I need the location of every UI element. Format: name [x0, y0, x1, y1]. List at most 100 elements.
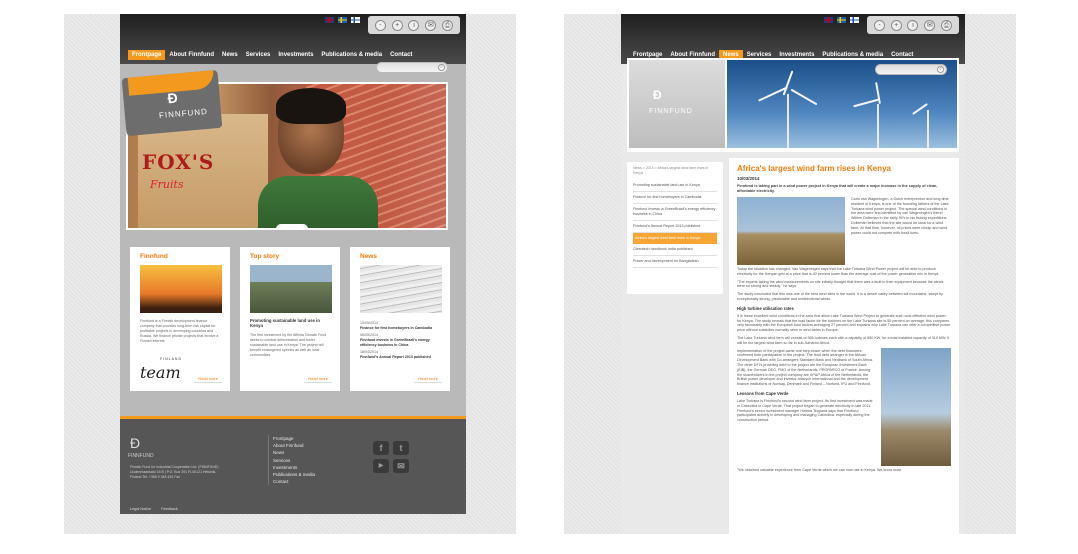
news-article: Africa's largest wind farm rises in Keny…	[729, 158, 959, 534]
youtube-icon[interactable]: ▶	[373, 459, 389, 473]
en-flag-icon[interactable]	[325, 17, 334, 23]
article-paragraph: Today the situation has changed. Van Wag…	[737, 267, 940, 276]
slide-dot[interactable]	[299, 227, 303, 228]
language-flags	[325, 17, 360, 23]
hero-person-shirt	[258, 176, 378, 228]
fi-flag-icon[interactable]	[850, 17, 859, 23]
legal-notice-link[interactable]: Legal Notice	[130, 507, 151, 511]
article-paragraph: "The experts taking the wind measurement…	[737, 279, 944, 289]
slide-dot[interactable]	[281, 227, 285, 228]
en-flag-icon[interactable]	[824, 17, 833, 23]
print-icon[interactable]: ⎙	[941, 19, 953, 31]
main-nav: Frontpage About Finnfund News Services I…	[128, 50, 416, 60]
toolbar: - + i ✉ ⎙	[867, 16, 959, 34]
footer-link[interactable]: Investments	[273, 464, 315, 471]
wind-turbine-sunset-image	[140, 265, 222, 313]
team-finland-logo: team	[140, 363, 181, 382]
sv-flag-icon[interactable]	[837, 17, 846, 23]
search-input[interactable]: ⌕	[875, 64, 947, 75]
hero-person-hair	[276, 88, 346, 124]
article-lead: Finnfund is taking part in a wind power …	[737, 184, 938, 193]
logo-wordmark: FINNFUND	[649, 108, 693, 115]
turbine-blade	[790, 88, 818, 106]
nav-services[interactable]: Services	[242, 50, 275, 60]
news-title[interactable]: Finnfund's Annual Report 2013 published	[360, 355, 440, 360]
footer-logo-word: FINNFUND	[128, 453, 154, 459]
feedback-link[interactable]: Feedback	[161, 507, 178, 511]
slideshow-dots	[276, 224, 308, 228]
top-story-image	[250, 265, 332, 313]
site-header: - + i ✉ ⎙ Frontpage About Finnfund News …	[621, 14, 965, 64]
nav-investments[interactable]: Investments	[274, 50, 317, 60]
info-icon[interactable]: i	[408, 19, 420, 31]
zoom-in-icon[interactable]: +	[890, 19, 902, 31]
logo-mark-icon: Ð	[653, 88, 662, 102]
twitter-icon[interactable]: t	[393, 441, 409, 455]
footer-link[interactable]: Services	[273, 457, 315, 464]
sidebar-item[interactable]: Power and development for Bangladesh	[633, 256, 717, 268]
sidebar-item[interactable]: Promoting sustainable land use in Kenya	[633, 180, 717, 192]
read-more-link[interactable]: Read more	[194, 376, 222, 383]
turbine-blade	[853, 98, 879, 108]
nav-frontpage[interactable]: Frontpage	[128, 50, 166, 60]
email-icon[interactable]: ✉	[924, 19, 936, 31]
breadcrumb[interactable]: News > 2014 > Africa's largest wind farm…	[633, 166, 717, 176]
info-icon[interactable]: i	[907, 19, 919, 31]
footer-link[interactable]: Contact	[273, 478, 315, 485]
facebook-icon[interactable]: f	[373, 441, 389, 455]
news-sidebar: News > 2014 > Africa's largest wind farm…	[627, 162, 723, 294]
finnfund-logo[interactable]: Ð FINNFUND	[121, 69, 223, 137]
zoom-in-icon[interactable]: +	[391, 19, 403, 31]
sv-flag-icon[interactable]	[338, 17, 347, 23]
sidebar-item[interactable]: Cleantech handbook India published	[633, 244, 717, 256]
zoom-out-icon[interactable]: -	[374, 19, 386, 31]
article-title: Africa's largest wind farm rises in Keny…	[737, 164, 891, 173]
footer-link[interactable]: Frontpage	[273, 435, 315, 442]
search-icon[interactable]: ⌕	[438, 64, 445, 71]
newspapers-image	[360, 265, 442, 313]
email-icon[interactable]: ✉	[393, 459, 409, 473]
measurement-mast-image	[881, 347, 951, 466]
footer-link[interactable]: Publications & media	[273, 471, 315, 478]
email-icon[interactable]: ✉	[425, 19, 437, 31]
sidebar-item[interactable]: Finnfund's Annual Report 2013 published	[633, 221, 717, 233]
team-logo-sub: FINLAND	[160, 357, 182, 361]
news-title[interactable]: Finnfund invests in GreenBrazil's energy…	[360, 338, 440, 348]
turbine-blade	[782, 70, 794, 96]
turbine-tower	[787, 94, 789, 148]
article-date: 10/03/2014	[737, 176, 760, 181]
nav-publications[interactable]: Publications & media	[317, 50, 386, 60]
search-input[interactable]: ⌕	[376, 62, 448, 73]
search-icon[interactable]: ⌕	[937, 66, 944, 73]
nav-contact[interactable]: Contact	[386, 50, 416, 60]
screenshot-canvas: - + i ✉ ⎙ Frontpage About Finnfund News …	[0, 0, 1078, 554]
fi-flag-icon[interactable]	[351, 17, 360, 23]
sidebar-item-active[interactable]: Africa's largest wind farm rises in Keny…	[633, 233, 717, 244]
finnfund-logo[interactable]: Ð FINNFUND	[629, 60, 725, 148]
print-icon[interactable]: ⎙	[442, 19, 454, 31]
footer-link[interactable]: About Finnfund	[273, 442, 315, 449]
turbine-blade	[912, 103, 928, 115]
news-title[interactable]: Finance for first homebuyers in Cambodia	[360, 326, 440, 331]
slide-dot[interactable]	[290, 227, 294, 228]
nav-about[interactable]: About Finnfund	[165, 50, 218, 60]
footer-link[interactable]: News	[273, 449, 315, 456]
top-story-headline[interactable]: Promoting sustainable land use in Kenya	[250, 318, 330, 328]
news-item[interactable]: 10/05/2014 Finance for first homebuyers …	[360, 321, 440, 360]
zoom-out-icon[interactable]: -	[873, 19, 885, 31]
finnfund-card: Finnfund Finnfund is a Finnish developme…	[130, 247, 230, 391]
sidebar-item[interactable]: Finance for first homebuyers in Cambodia	[633, 192, 717, 204]
sidebar-item[interactable]: Finnfund invests in GreenBrazil's energy…	[633, 204, 717, 221]
card-title: News	[360, 253, 377, 260]
footer-links: Frontpage About Finnfund News Services I…	[268, 435, 315, 486]
nav-news[interactable]: News	[218, 50, 242, 60]
footer-address: Finnish Fund for Industrial Cooperation …	[130, 465, 219, 479]
article-subheading: High turbine utilisation rates	[737, 305, 794, 311]
read-more-link[interactable]: Read more	[304, 376, 332, 383]
news-card: News 10/05/2014 Finance for first homebu…	[350, 247, 450, 391]
read-more-link[interactable]: Read more	[414, 376, 442, 383]
turbine-tower	[877, 104, 879, 148]
article-paragraph: The Lake Turkana wind farm will consist …	[737, 335, 950, 345]
card-title: Finnfund	[140, 253, 168, 260]
news-hero-banner: Ð FINNFUND ⌕	[627, 58, 959, 152]
